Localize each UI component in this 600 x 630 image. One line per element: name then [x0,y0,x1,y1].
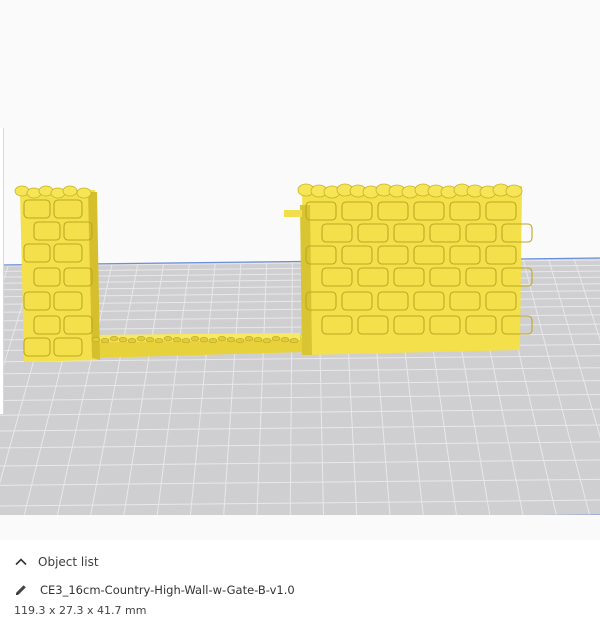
chevron-up-icon[interactable] [14,555,28,569]
build-plate-scene[interactable] [0,0,600,540]
object-list-label: Object list [38,555,99,569]
object-name: CE3_16cm-Country-High-Wall-w-Gate-B-v1.0 [40,583,295,597]
object-dimensions: 119.3 x 27.3 x 41.7 mm [14,604,147,617]
pencil-icon[interactable] [14,583,28,597]
object-list-item[interactable]: CE3_16cm-Country-High-Wall-w-Gate-B-v1.0 [14,581,295,599]
object-list-toggle[interactable]: Object list [14,553,99,571]
3d-viewport[interactable] [0,0,600,540]
left-panel-edge [0,128,4,414]
